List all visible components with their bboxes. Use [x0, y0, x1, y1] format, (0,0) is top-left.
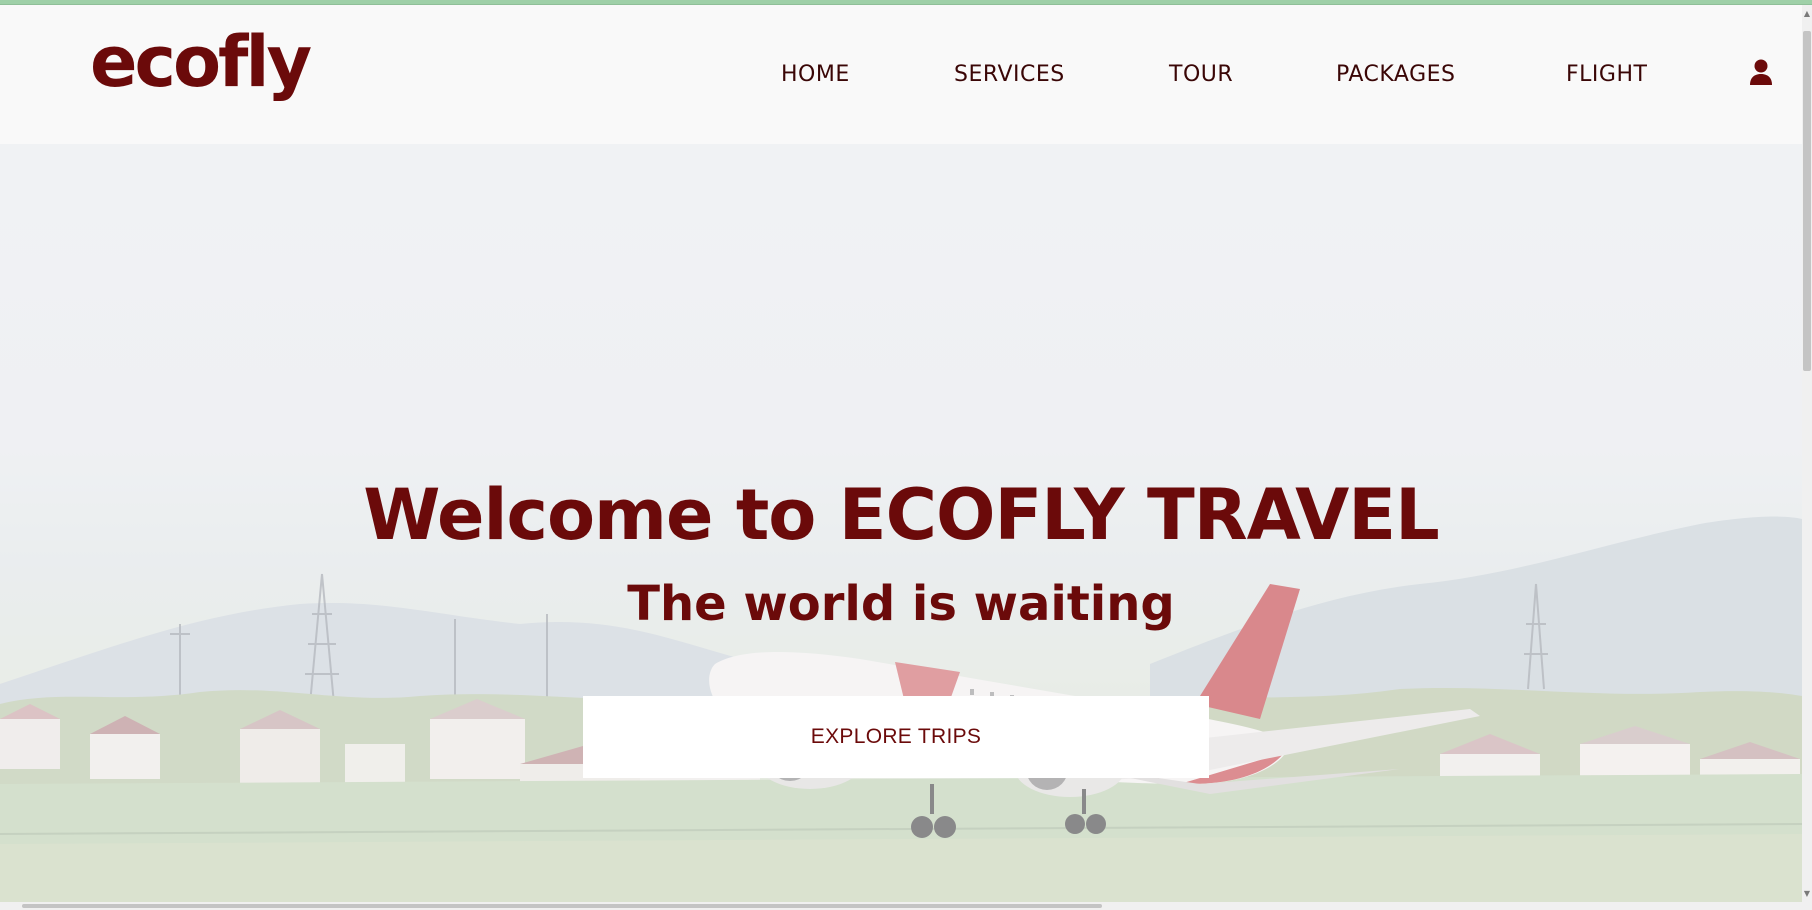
vertical-scroll-thumb[interactable] — [1803, 31, 1811, 371]
scroll-up-arrow-icon[interactable]: ▲ — [1802, 9, 1812, 23]
hero-title: Welcome to ECOFLY TRAVEL — [363, 474, 1439, 556]
explore-trips-button[interactable]: EXPLORE TRIPS — [583, 696, 1209, 778]
nav-item-flight[interactable]: FLIGHT — [1566, 62, 1647, 87]
hero-subtitle: The world is waiting — [627, 576, 1175, 632]
nav-item-home[interactable]: HOME — [781, 62, 850, 87]
scroll-down-arrow-icon[interactable]: ▼ — [1802, 889, 1812, 903]
nav-item-tour[interactable]: TOUR — [1169, 62, 1233, 87]
horizontal-scroll-thumb[interactable] — [22, 904, 1102, 908]
horizontal-scrollbar[interactable] — [0, 902, 1802, 910]
main-nav: HOME SERVICES TOUR PACKAGES FLIGHT — [0, 5, 1802, 144]
user-icon[interactable] — [1748, 58, 1774, 88]
nav-item-services[interactable]: SERVICES — [954, 62, 1065, 87]
nav-item-packages[interactable]: PACKAGES — [1336, 62, 1456, 87]
hero-section: Welcome to ECOFLY TRAVEL The world is wa… — [0, 144, 1802, 906]
page: ecofly HOME SERVICES TOUR PACKAGES FLIGH… — [0, 5, 1802, 906]
vertical-scrollbar[interactable]: ▲ ▼ — [1802, 5, 1812, 910]
site-header: ecofly HOME SERVICES TOUR PACKAGES FLIGH… — [0, 5, 1802, 144]
